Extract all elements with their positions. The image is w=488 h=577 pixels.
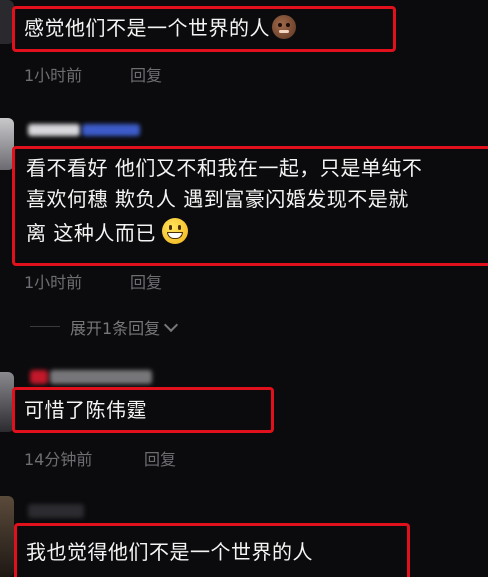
username-blurred bbox=[28, 504, 84, 518]
chevron-down-icon bbox=[164, 317, 179, 333]
username-blurred bbox=[30, 370, 48, 384]
username-blurred bbox=[28, 124, 80, 136]
reply-button[interactable]: 回复 bbox=[144, 446, 176, 470]
avatar[interactable] bbox=[0, 496, 14, 577]
cookie-face-emoji-icon bbox=[272, 15, 296, 39]
reply-button[interactable]: 回复 bbox=[130, 62, 162, 86]
divider bbox=[30, 326, 60, 327]
comment-text: 我也觉得他们不是一个世界的人 bbox=[26, 540, 313, 564]
username-blurred bbox=[50, 370, 152, 384]
reply-button[interactable]: 回复 bbox=[130, 269, 162, 293]
comment-text: 感觉他们不是一个世界的人 bbox=[24, 13, 296, 44]
comment-text-label: 离 这种人而已 bbox=[26, 221, 156, 245]
comment-text: 可惜了陈伟霆 bbox=[24, 398, 147, 422]
expand-replies-button[interactable]: 展开1条回复 bbox=[70, 315, 179, 339]
comment-time: 1小时前 bbox=[24, 66, 83, 85]
comment-text-line: 喜欢何穗 欺负人 遇到富豪闪婚发现不是就 bbox=[26, 187, 409, 211]
username-blurred bbox=[82, 124, 140, 136]
comment-text-label: 感觉他们不是一个世界的人 bbox=[24, 16, 270, 40]
comment-text-line: 离 这种人而已 bbox=[26, 218, 188, 249]
expand-replies-label: 展开1条回复 bbox=[70, 319, 161, 338]
grinning-face-emoji-icon bbox=[161, 218, 188, 244]
comment-time: 14分钟前 bbox=[24, 450, 93, 469]
comment-time: 1小时前 bbox=[24, 273, 83, 292]
comment-text-line: 看不看好 他们又不和我在一起，只是单纯不 bbox=[26, 156, 423, 180]
